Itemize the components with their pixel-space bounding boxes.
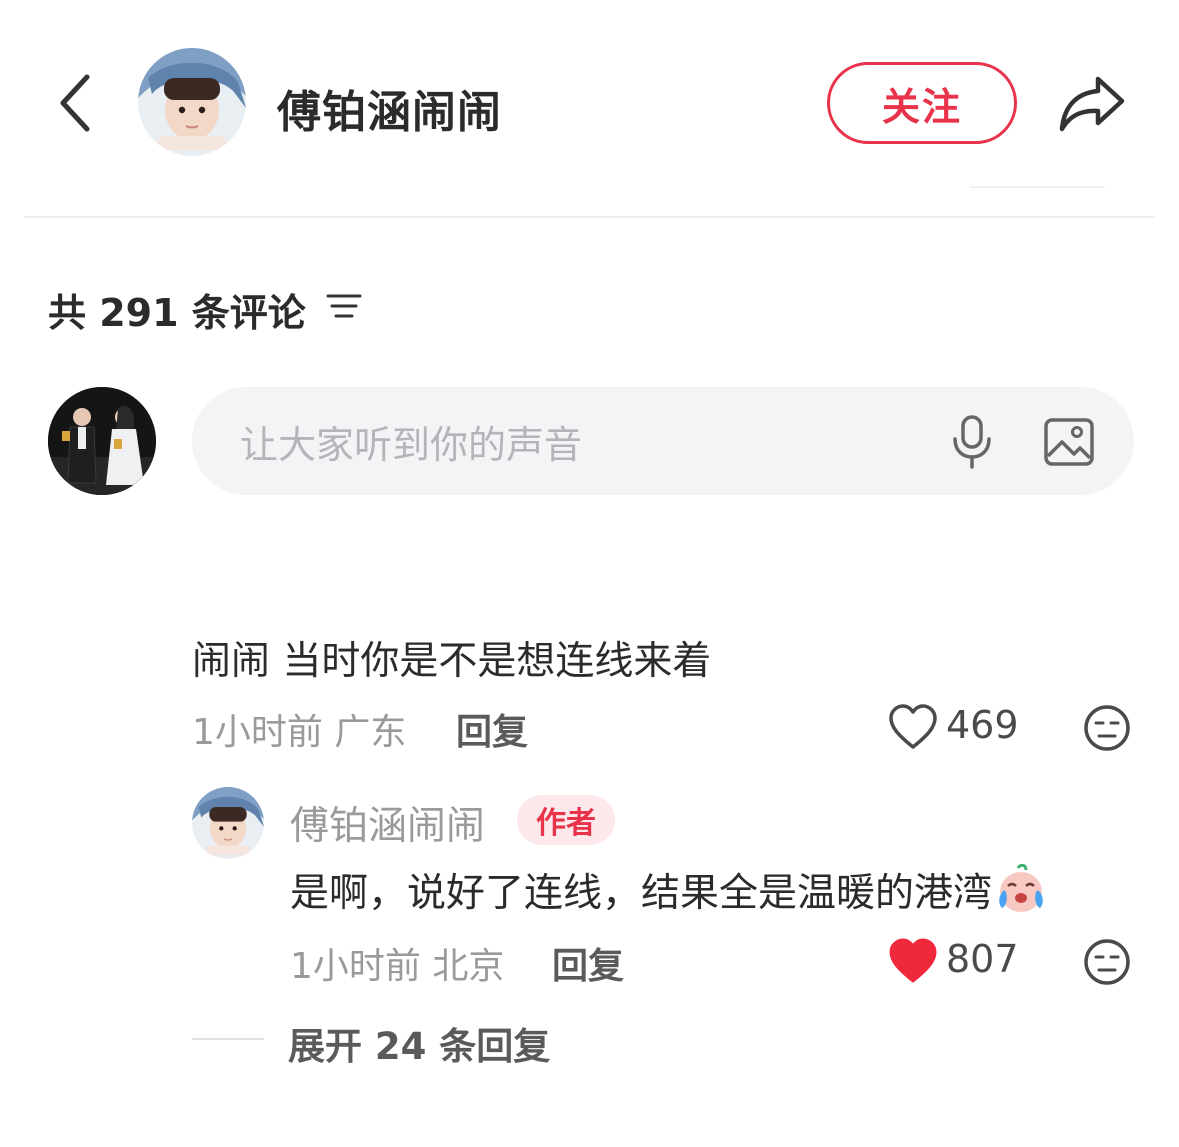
divider xyxy=(970,186,1105,188)
comment-time-location: 1小时前 广东 xyxy=(192,712,407,753)
heart-icon xyxy=(889,938,937,983)
author-avatar[interactable] xyxy=(138,48,246,156)
reply-text-row: 是啊，说好了连线，结果全是温暖的港湾 xyxy=(290,862,1048,918)
comment-like-count: 469 xyxy=(946,703,1019,747)
comment-like-button[interactable] xyxy=(888,703,938,751)
reply-emoji-button[interactable] xyxy=(1082,937,1132,987)
current-user-avatar[interactable] xyxy=(48,387,156,495)
reply-text: 是啊，说好了连线，结果全是温暖的港湾 xyxy=(290,871,993,916)
heart-icon xyxy=(889,704,937,749)
image-icon[interactable] xyxy=(1042,416,1096,468)
back-button[interactable] xyxy=(50,70,100,136)
expand-replies-button[interactable]: 展开 24 条回复 xyxy=(288,1016,550,1070)
reply-reply-button[interactable]: 回复 xyxy=(552,937,624,989)
reply-like-button[interactable] xyxy=(888,937,938,985)
emoji-face-icon xyxy=(1084,705,1130,751)
comment-emoji-button[interactable] xyxy=(1082,703,1132,753)
follow-button[interactable]: 关注 xyxy=(827,62,1017,144)
sort-lines-icon[interactable] xyxy=(324,290,364,322)
share-arrow-icon xyxy=(1059,76,1125,132)
header-divider xyxy=(24,216,1155,218)
share-button[interactable] xyxy=(1052,68,1132,138)
comment-count: 共 291 条评论 xyxy=(48,291,306,335)
crying-face-emoji xyxy=(994,863,1048,916)
emoji-face-icon xyxy=(1084,939,1130,985)
expand-divider xyxy=(192,1038,264,1040)
reply-author-avatar[interactable] xyxy=(192,787,264,859)
microphone-icon[interactable] xyxy=(948,413,996,471)
chevron-left-icon xyxy=(60,74,90,132)
comment-text: 闹闹 当时你是不是想连线来着 xyxy=(192,639,712,684)
reply-time-location: 1小时前 北京 xyxy=(290,946,505,987)
reply-author-name[interactable]: 傅铂涵闹闹 xyxy=(290,795,485,851)
reply-like-count: 807 xyxy=(946,937,1019,981)
author-badge: 作者 xyxy=(517,795,615,845)
comment-reply-button[interactable]: 回复 xyxy=(456,703,528,755)
author-name[interactable]: 傅铂涵闹闹 xyxy=(277,76,502,140)
